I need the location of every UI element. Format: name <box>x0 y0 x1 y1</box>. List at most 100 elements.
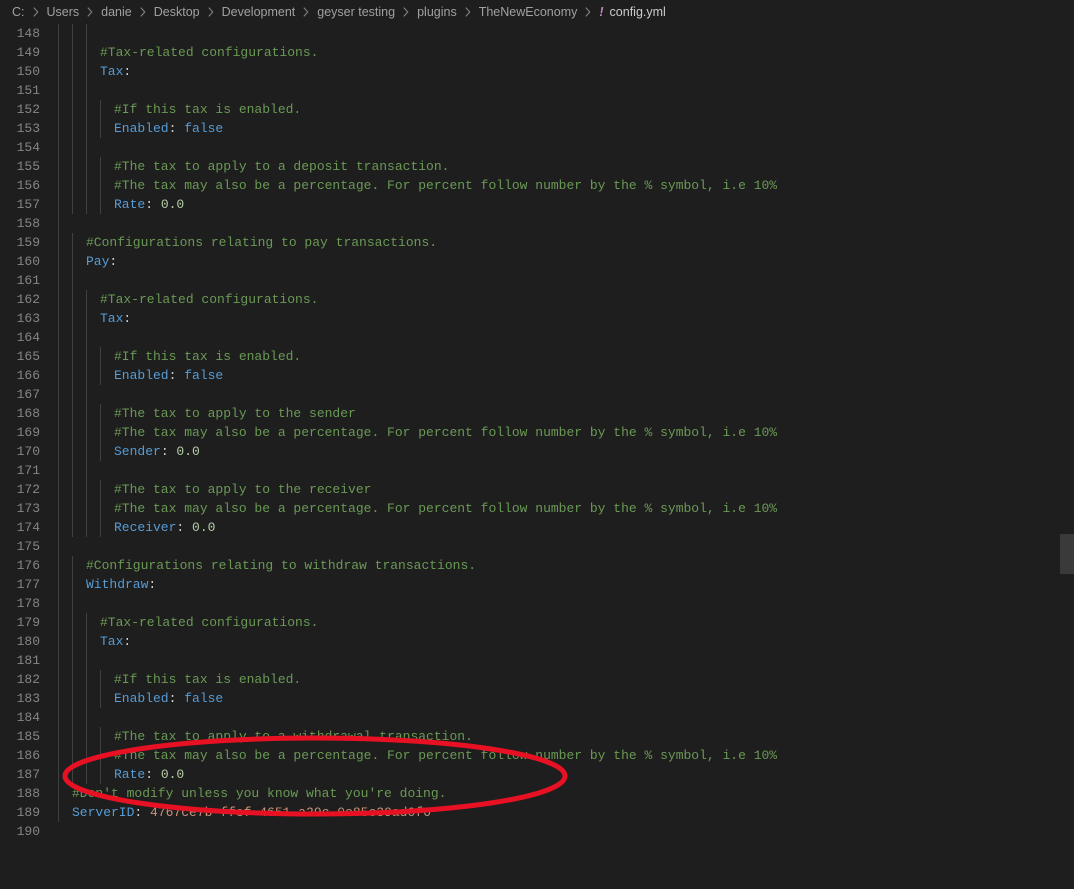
chevron-right-icon <box>136 5 150 19</box>
indent-guide <box>58 385 59 404</box>
code-line[interactable]: #If this tax is enabled. <box>58 100 1074 119</box>
chevron-right-icon <box>461 5 475 19</box>
code-line[interactable]: #Don't modify unless you know what you'r… <box>58 784 1074 803</box>
code-line[interactable]: Enabled: false <box>58 119 1074 138</box>
indent-guide <box>58 746 59 765</box>
indent-guide <box>72 632 73 651</box>
token-sep: : <box>123 309 131 328</box>
code-line[interactable] <box>58 594 1074 613</box>
indent-guide <box>72 461 73 480</box>
code-line[interactable]: Tax: <box>58 62 1074 81</box>
breadcrumb-segment[interactable]: Users <box>47 5 80 19</box>
code-line[interactable]: #Tax-related configurations. <box>58 290 1074 309</box>
indent-guide <box>100 746 101 765</box>
code-line[interactable]: Tax: <box>58 309 1074 328</box>
code-line[interactable] <box>58 537 1074 556</box>
code-line[interactable]: #If this tax is enabled. <box>58 670 1074 689</box>
token-key: Tax <box>100 632 123 651</box>
indent-guide <box>58 480 59 499</box>
indent-guide <box>58 461 59 480</box>
breadcrumb-segment[interactable]: C: <box>12 5 25 19</box>
code-line[interactable]: #Configurations relating to pay transact… <box>58 233 1074 252</box>
indent-guide <box>86 100 87 119</box>
code-line[interactable]: #If this tax is enabled. <box>58 347 1074 366</box>
breadcrumb-segment[interactable]: geyser testing <box>317 5 395 19</box>
code-line[interactable]: ServerID: 4767ce7b-ffef-4651-a29c-0e85c3… <box>58 803 1074 822</box>
code-line[interactable]: Receiver: 0.0 <box>58 518 1074 537</box>
line-number: 156 <box>0 176 40 195</box>
code-line[interactable]: #Tax-related configurations. <box>58 613 1074 632</box>
code-line[interactable]: #The tax may also be a percentage. For p… <box>58 176 1074 195</box>
indent-guide <box>58 43 59 62</box>
code-line[interactable] <box>58 651 1074 670</box>
code-line[interactable]: Rate: 0.0 <box>58 195 1074 214</box>
breadcrumb-segment[interactable]: Desktop <box>154 5 200 19</box>
code-line[interactable] <box>58 708 1074 727</box>
scrollbar-thumb[interactable] <box>1060 534 1074 574</box>
breadcrumb-segment[interactable]: TheNewEconomy <box>479 5 578 19</box>
indent-guide <box>100 366 101 385</box>
indent-guide <box>100 765 101 784</box>
code-line[interactable]: Tax: <box>58 632 1074 651</box>
code-line[interactable] <box>58 385 1074 404</box>
indent-guide <box>58 100 59 119</box>
indent-guide <box>100 404 101 423</box>
token-comment: #The tax may also be a percentage. For p… <box>114 746 777 765</box>
indent-guide <box>100 727 101 746</box>
indent-guide <box>86 176 87 195</box>
token-sep: : <box>123 632 131 651</box>
code-line[interactable] <box>58 271 1074 290</box>
code-line[interactable] <box>58 138 1074 157</box>
code-line[interactable]: #The tax may also be a percentage. For p… <box>58 423 1074 442</box>
line-number: 153 <box>0 119 40 138</box>
indent-guide <box>58 366 59 385</box>
code-editor[interactable]: 1481491501511521531541551561571581591601… <box>0 24 1074 889</box>
token-num: 0.0 <box>161 195 184 214</box>
indent-guide <box>72 119 73 138</box>
code-line[interactable]: #The tax to apply to a withdrawal transa… <box>58 727 1074 746</box>
line-number: 182 <box>0 670 40 689</box>
line-number: 163 <box>0 309 40 328</box>
code-line[interactable] <box>58 328 1074 347</box>
code-content[interactable]: #Tax-related configurations.Tax:#If this… <box>58 24 1074 889</box>
breadcrumb-filename[interactable]: config.yml <box>610 5 666 19</box>
breadcrumb-segment[interactable]: danie <box>101 5 132 19</box>
code-line[interactable] <box>58 461 1074 480</box>
indent-guide <box>72 176 73 195</box>
code-line[interactable]: #Tax-related configurations. <box>58 43 1074 62</box>
vertical-scrollbar[interactable] <box>1060 24 1074 889</box>
line-number: 189 <box>0 803 40 822</box>
indent-guide <box>58 556 59 575</box>
breadcrumb-segment[interactable]: plugins <box>417 5 457 19</box>
breadcrumb-segment[interactable]: Development <box>222 5 296 19</box>
code-line[interactable]: #Configurations relating to withdraw tra… <box>58 556 1074 575</box>
code-line[interactable]: Enabled: false <box>58 689 1074 708</box>
breadcrumb[interactable]: C: Users danie Desktop Development geyser tes… <box>0 0 1074 24</box>
indent-guide <box>86 670 87 689</box>
code-line[interactable] <box>58 822 1074 841</box>
token-comment: #Configurations relating to withdraw tra… <box>86 556 476 575</box>
indent-guide <box>72 556 73 575</box>
indent-guide <box>58 670 59 689</box>
code-line[interactable]: Pay: <box>58 252 1074 271</box>
code-line[interactable]: #The tax to apply to the sender <box>58 404 1074 423</box>
indent-guide <box>86 651 87 670</box>
indent-guide <box>86 347 87 366</box>
code-line[interactable]: Enabled: false <box>58 366 1074 385</box>
code-line[interactable]: Rate: 0.0 <box>58 765 1074 784</box>
indent-guide <box>72 24 73 43</box>
code-line[interactable]: #The tax may also be a percentage. For p… <box>58 746 1074 765</box>
code-line[interactable]: #The tax to apply to a deposit transacti… <box>58 157 1074 176</box>
indent-guide <box>86 746 87 765</box>
token-key: Withdraw <box>86 575 148 594</box>
code-line[interactable] <box>58 24 1074 43</box>
token-sep: : <box>109 252 117 271</box>
code-line[interactable]: #The tax may also be a percentage. For p… <box>58 499 1074 518</box>
code-line[interactable]: #The tax to apply to the receiver <box>58 480 1074 499</box>
chevron-right-icon <box>83 5 97 19</box>
indent-guide <box>58 24 59 43</box>
code-line[interactable] <box>58 214 1074 233</box>
code-line[interactable]: Sender: 0.0 <box>58 442 1074 461</box>
code-line[interactable] <box>58 81 1074 100</box>
code-line[interactable]: Withdraw: <box>58 575 1074 594</box>
